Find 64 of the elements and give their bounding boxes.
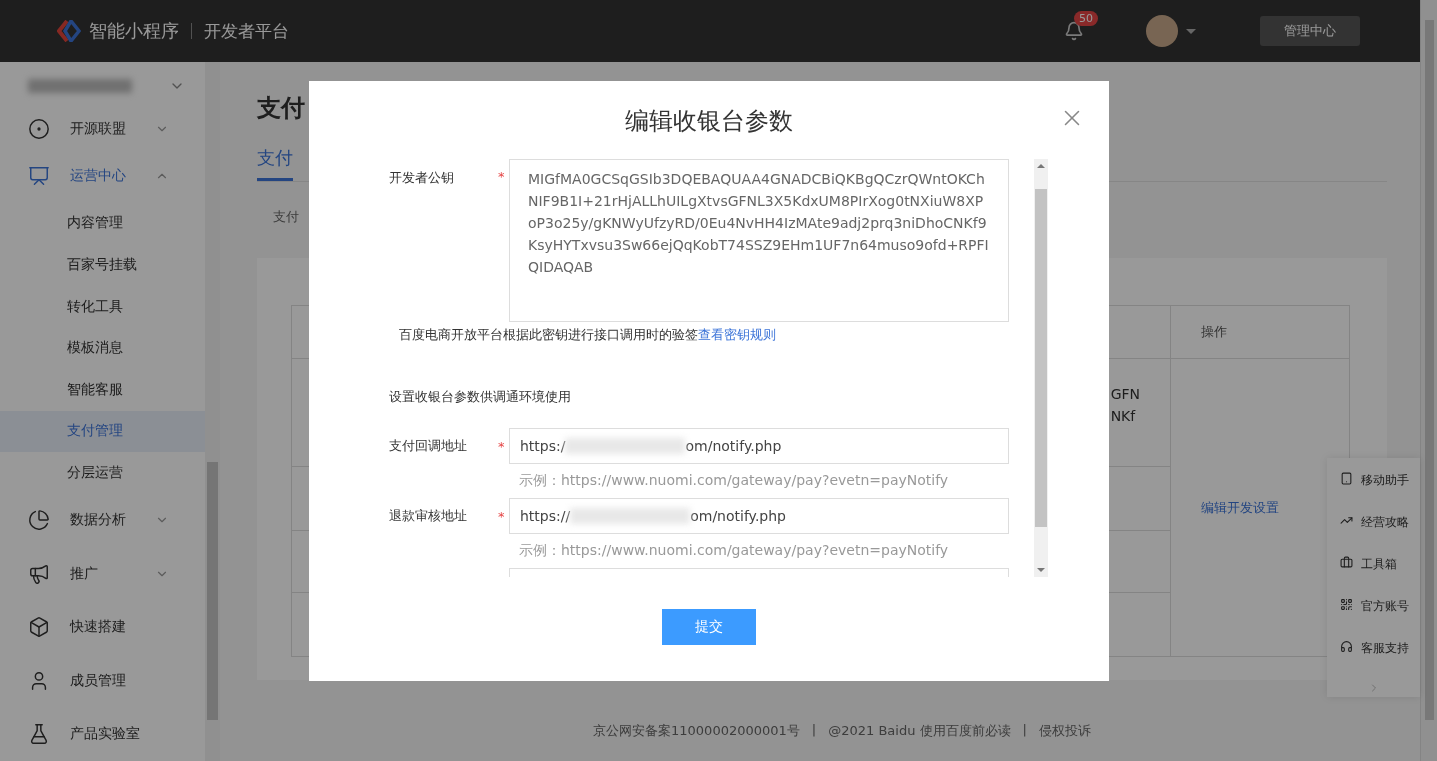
sidebar-subitem[interactable]: 百家号挂载 — [0, 244, 205, 286]
scrollbar-thumb[interactable] — [1035, 189, 1047, 527]
sidebar-item[interactable]: 快速搭建 — [0, 600, 205, 655]
field-label: 开发者公钥 — [389, 169, 455, 187]
logo-icon — [57, 20, 81, 42]
sidebar-item[interactable]: 数据分析 — [0, 493, 205, 548]
tool-item[interactable]: 客服支持 — [1327, 640, 1420, 682]
brand-name: 智能小程序 — [89, 19, 179, 43]
footer-link[interactable]: 侵权投诉 — [1038, 722, 1091, 740]
sidebar-item[interactable]: 运营中心 — [0, 149, 205, 203]
sidebar-subitem[interactable]: 分层运营 — [0, 452, 205, 494]
chart-icon — [1340, 514, 1353, 527]
public-key-field[interactable]: MIGfMA0GCSqGSIb3DQEBAQUAA4GNADCBiQKBgQCzrQWntOKChNIF9B1I+21rHjALLhUILgXtvsGFNL3X5KdxUM8PIrXog0tNXiuW8XPoP3o25y/gKNWyUfzyRD/0Eu4NvHH4IzMAte9adj2prq3niDhoCNKf9KsyHYTxvsu3Sw66ejQqKobT74SSZ9EHm1UF7n64muso9ofd+RPFIQIDAQAB — [509, 159, 1009, 322]
field-label: 支付回调地址 — [389, 437, 468, 455]
megaphone-icon — [28, 562, 50, 585]
sidebar-item[interactable]: 成员管理 — [0, 654, 205, 708]
tool-item[interactable]: 经营攻略 — [1327, 514, 1420, 556]
platform-name: 开发者平台 — [204, 19, 289, 43]
url-field[interactable]: https:/ om/notify.php — [509, 428, 1009, 464]
section-note: 设置收银台参数供调通环境使用 — [389, 388, 572, 406]
tool-item[interactable]: 移动助手 — [1327, 472, 1420, 514]
key-note: 百度电商开放平台根据此密钥进行接口调用时的验签查看密钥规则 — [399, 326, 777, 344]
footer-separator: | — [811, 722, 817, 739]
url-field[interactable]: https:// om/notify.php — [509, 498, 1009, 534]
column-header: 操作 — [1171, 306, 1349, 359]
required-mark: * — [498, 168, 506, 184]
tool-item[interactable]: 工具箱 — [1327, 556, 1420, 598]
footer-link[interactable]: @2021 Baidu 使用百度前必读 — [828, 722, 1011, 740]
presentation-icon — [28, 164, 50, 187]
example-text: 示例：https://www.nuomi.com/gateway/pay?evetn=payNotify — [519, 542, 950, 560]
flask-icon — [28, 723, 50, 746]
circle-icon — [28, 118, 50, 141]
example-text: 示例：https://www.nuomi.com/gateway/pay?evetn=payNotify — [519, 472, 950, 490]
tablet-icon — [1340, 472, 1353, 485]
dialog-title: 编辑收银台参数 — [625, 106, 793, 137]
field-label: 退款审核地址 — [389, 507, 468, 525]
qr-code-icon — [1340, 598, 1353, 611]
key-rules-link[interactable]: 查看密钥规则 — [698, 327, 776, 342]
briefcase-icon — [1340, 556, 1353, 569]
tool-item[interactable]: 官方账号 — [1327, 598, 1420, 640]
headset-icon — [1340, 640, 1353, 653]
scrollbar-thumb[interactable] — [207, 462, 218, 720]
page-title: 支付 — [257, 93, 305, 124]
required-mark: * — [498, 438, 506, 454]
sidebar-item[interactable]: 产品实验室 — [0, 707, 205, 761]
sidebar-subitem[interactable]: 转化工具 — [0, 285, 205, 328]
caret-icon[interactable] — [1186, 28, 1196, 34]
sidebar-item[interactable]: 推广 — [0, 547, 205, 601]
notification-count: 50 — [1074, 11, 1098, 26]
edit-settings-link[interactable]: 编辑开发设置 — [1201, 498, 1279, 517]
scrollbar-thumb[interactable] — [1424, 20, 1434, 720]
notification-icon[interactable] — [1064, 21, 1084, 41]
admin-center-button[interactable]: 管理中心 — [1260, 16, 1360, 46]
sidebar-subitem[interactable]: 模板消息 — [0, 327, 205, 369]
tab[interactable]: 支付 — [257, 146, 293, 181]
pie-chart-icon — [28, 509, 50, 532]
sidebar-subitem[interactable]: 内容管理 — [0, 202, 205, 245]
required-mark: * — [498, 508, 506, 524]
sidebar-subitem[interactable]: 智能客服 — [0, 368, 205, 411]
footer-separator: | — [1022, 722, 1027, 739]
footer-link[interactable]: 京公网安备案11000002000001号 — [593, 722, 800, 740]
avatar[interactable] — [1146, 15, 1178, 47]
sidebar-item[interactable]: 开源联盟 — [0, 109, 205, 150]
cube-icon — [28, 616, 50, 639]
